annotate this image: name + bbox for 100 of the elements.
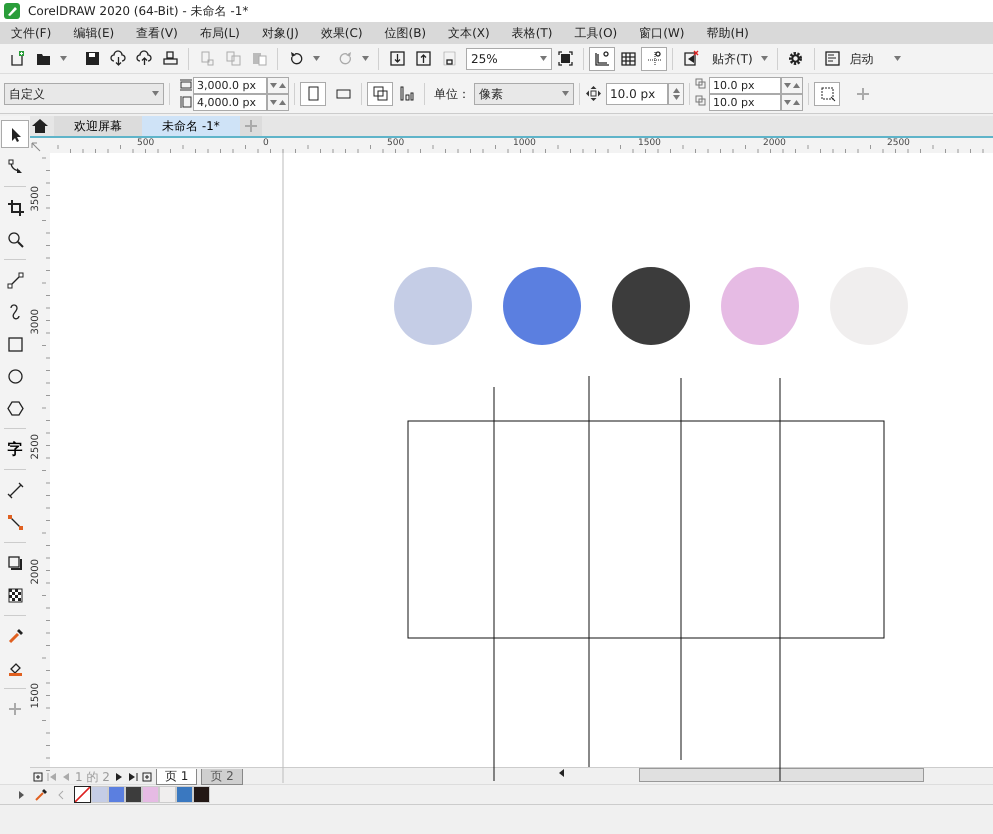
snap-off-icon [682, 50, 700, 67]
page-width-icon [179, 78, 193, 92]
clipboard-icon [250, 50, 268, 67]
previous-page-icon [61, 772, 71, 782]
app-logo-icon [4, 3, 20, 19]
document-tab[interactable]: 欢迎屏幕 [54, 116, 142, 136]
menu-item[interactable]: 对象(J) [250, 22, 310, 44]
color-swatch[interactable] [142, 786, 159, 803]
spin-control[interactable] [267, 94, 289, 110]
next-page-icon [114, 772, 124, 782]
caret-icon [152, 91, 159, 96]
color-swatch[interactable] [193, 786, 210, 803]
caret-icon [60, 56, 67, 61]
rectangle-icon [6, 336, 24, 352]
last-page-icon [128, 772, 138, 782]
menu-item[interactable]: 效果(C) [310, 22, 374, 44]
add-page-before-button[interactable] [33, 772, 43, 782]
cloud-download-icon [110, 50, 126, 67]
caret-icon [313, 56, 320, 61]
caret-down-icon [270, 100, 277, 104]
ruler-label: 1500 [31, 683, 41, 708]
menu-item[interactable]: 工具(O) [563, 22, 628, 44]
ruler-label: 0 [263, 139, 269, 148]
zoom-level-dropdown[interactable]: 25% [466, 48, 552, 70]
menu-item[interactable]: 布局(L) [188, 22, 251, 44]
printer-icon [162, 50, 178, 67]
dimension-line-icon [6, 482, 24, 498]
menu-item[interactable]: 窗口(W) [628, 22, 696, 44]
eyedropper-icon [34, 788, 48, 802]
duplicate-x-field[interactable]: 10.0 px [709, 76, 781, 94]
menu-item[interactable]: 文本(X) [437, 22, 501, 44]
text-tool[interactable]: 字 [1, 435, 29, 463]
hexagon-icon [6, 400, 24, 416]
pdf-icon [440, 50, 458, 67]
menu-item[interactable]: 文件(F) [0, 22, 62, 44]
add-page-before-icon [33, 772, 43, 782]
full-screen-icon [556, 50, 574, 67]
menu-item[interactable]: 表格(T) [500, 22, 564, 44]
page-size-dropdown[interactable]: 自定义 [4, 82, 164, 104]
menu-item[interactable]: 位图(B) [374, 22, 438, 44]
caret-up-icon [793, 100, 800, 104]
spin-control[interactable] [668, 82, 684, 104]
color-swatch[interactable] [108, 786, 125, 803]
portrait-button[interactable] [300, 82, 326, 106]
search-icon [6, 230, 24, 248]
caret-icon [362, 56, 369, 61]
window-title: CorelDRAW 2020 (64-Bit) - 未命名 -1* [28, 3, 248, 20]
page-tab[interactable]: 页 1 [156, 769, 198, 785]
next-page-button[interactable] [114, 772, 124, 782]
color-swatch[interactable] [125, 786, 142, 803]
crop-icon [6, 198, 24, 216]
cloud-upload-icon [136, 50, 152, 67]
page-height-icon [179, 95, 193, 109]
redo-icon [336, 50, 354, 67]
ruler-label: 3000 [31, 309, 41, 334]
connector-icon [6, 514, 24, 530]
caret-up-icon [793, 82, 800, 88]
height-field[interactable]: 4,000.0 px [193, 94, 267, 110]
duplicate-y-field[interactable]: 10.0 px [709, 94, 781, 110]
new-document-icon [8, 50, 26, 67]
all-pages-button[interactable] [367, 82, 393, 106]
menu-item[interactable]: 帮助(H) [695, 22, 760, 44]
rulers-toggle[interactable] [589, 46, 615, 70]
add-page-after-button[interactable] [142, 772, 152, 782]
pick-tool[interactable] [1, 120, 29, 148]
no-fill-swatch[interactable] [74, 786, 91, 803]
caret-icon [760, 56, 768, 61]
add-icon [856, 86, 870, 100]
node-edit-icon [6, 158, 24, 174]
add-page-after-icon [142, 772, 152, 782]
first-page-icon [47, 772, 57, 782]
last-page-button[interactable] [128, 772, 138, 782]
bounding-box-button[interactable] [814, 82, 840, 106]
caret-up-icon [279, 100, 286, 104]
nudge-distance-field[interactable]: 10.0 px [606, 82, 668, 104]
caret-down-icon [270, 82, 277, 88]
guidelines-toggle[interactable] [641, 46, 667, 70]
document-tab[interactable]: 未命名 -1* [142, 116, 240, 136]
horizontal-scrollbar[interactable] [639, 768, 924, 782]
units-dropdown[interactable]: 像素 [474, 82, 574, 104]
width-field[interactable]: 3,000.0 px [193, 76, 267, 94]
color-swatch[interactable] [176, 786, 193, 803]
line-tool-icon [6, 272, 24, 288]
snap-to-dropdown[interactable]: 贴齐(T) [712, 50, 753, 68]
color-swatch[interactable] [91, 786, 108, 803]
spin-control[interactable] [781, 94, 803, 110]
units-label: 单位： [434, 86, 470, 102]
launch-dropdown[interactable]: 启动 [850, 50, 874, 68]
ellipse-icon [6, 368, 24, 384]
spin-control[interactable] [781, 76, 803, 94]
menu-item[interactable]: 编辑(E) [62, 22, 126, 44]
guideline-icon [646, 50, 662, 67]
spin-control[interactable] [267, 76, 289, 94]
caret-down-icon [784, 82, 791, 88]
menu-item[interactable]: 查看(V) [125, 22, 189, 44]
color-swatch[interactable] [159, 786, 176, 803]
ruler-label: 3500 [31, 186, 41, 212]
expand-palette-button[interactable] [16, 790, 26, 800]
bounding-box-icon [818, 85, 836, 102]
page-tab[interactable]: 页 2 [201, 769, 243, 785]
